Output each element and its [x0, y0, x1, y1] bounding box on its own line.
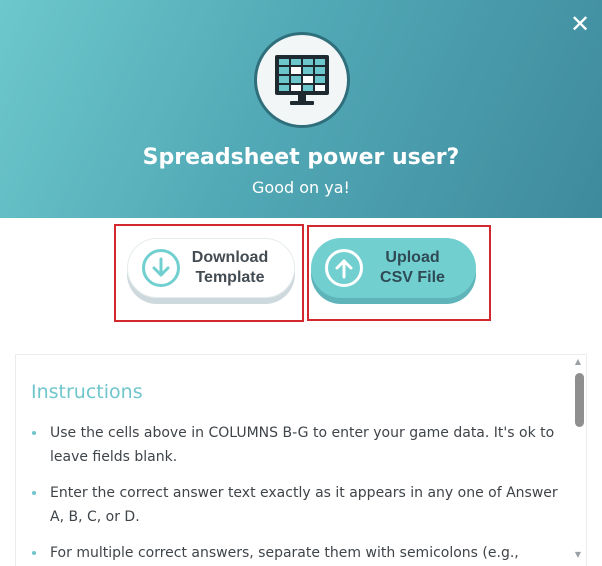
download-template-button[interactable]: Download Template	[127, 238, 295, 298]
instruction-item: Use the cells above in COLUMNS B-G to en…	[30, 421, 560, 469]
upload-csv-label: Upload CSV File	[380, 249, 445, 286]
instructions-title: Instructions	[31, 381, 143, 403]
modal-title: Spreadsheet power user?	[142, 145, 460, 170]
instructions-list: Use the cells above in COLUMNS B-G to en…	[30, 421, 560, 566]
instruction-item: For multiple correct answers, separate t…	[30, 541, 560, 565]
close-icon[interactable]: ✕	[568, 12, 592, 36]
instructions-panel[interactable]: Instructions Use the cells above in COLU…	[15, 354, 587, 566]
upload-csv-button[interactable]: Upload CSV File	[311, 238, 476, 298]
instruction-item: Enter the correct answer text exactly as…	[30, 481, 560, 529]
scroll-up-arrow-icon[interactable]: ▲	[573, 357, 583, 367]
modal-header: ✕ Spreadsheet power user? Good on ya!	[0, 0, 602, 218]
download-arrow-icon	[142, 249, 180, 287]
modal-subtitle: Good on ya!	[252, 178, 350, 197]
spreadsheet-monitor-icon	[254, 32, 350, 128]
scrollbar-thumb[interactable]	[575, 373, 584, 427]
upload-arrow-icon	[325, 249, 363, 287]
download-template-label: Download Template	[191, 249, 269, 286]
scroll-down-arrow-icon[interactable]: ▼	[573, 550, 583, 560]
